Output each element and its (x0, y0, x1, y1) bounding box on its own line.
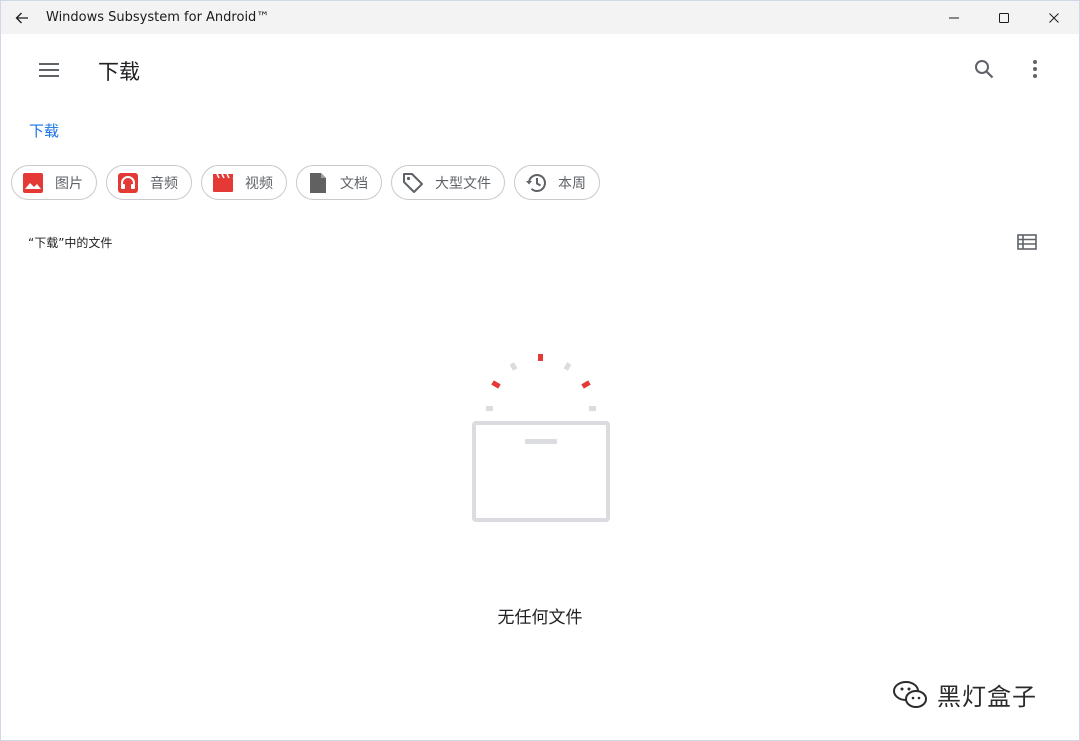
ray (563, 362, 572, 371)
movie-icon (211, 171, 235, 195)
more-vert-icon (1033, 60, 1037, 78)
chip-label: 图片 (55, 175, 83, 192)
title-bar: Windows Subsystem for Android™ (1, 1, 1079, 34)
app-bar: 下载 (1, 34, 1079, 106)
chip-images[interactable]: 图片 (11, 165, 97, 200)
maximize-icon (999, 12, 1009, 23)
window-title: Windows Subsystem for Android™ (46, 10, 270, 25)
menu-button[interactable] (25, 54, 73, 86)
close-icon (1049, 12, 1059, 23)
breadcrumb-current[interactable]: 下载 (29, 122, 59, 140)
ray (491, 380, 501, 389)
empty-box (472, 421, 610, 522)
empty-illustration (465, 347, 617, 527)
window-controls (929, 1, 1079, 34)
view-toggle-button[interactable] (1013, 229, 1041, 255)
headphones-icon (116, 171, 140, 195)
empty-message: 无任何文件 (497, 608, 583, 628)
page-title: 下载 (98, 60, 140, 84)
arrow-back-icon (15, 12, 28, 23)
breadcrumb[interactable]: 下载 (29, 120, 59, 141)
chip-label: 文档 (340, 175, 368, 192)
chip-this-week[interactable]: 本周 (514, 165, 600, 200)
ray (589, 406, 596, 411)
chip-video[interactable]: 视频 (201, 165, 287, 200)
chip-label: 本周 (558, 175, 586, 192)
close-button[interactable] (1029, 1, 1079, 34)
app-window: Windows Subsystem for Android™ 下载 下载 图片 … (0, 0, 1080, 741)
chip-label: 音频 (150, 175, 178, 192)
chip-audio[interactable]: 音频 (106, 165, 192, 200)
list-view-icon (1017, 234, 1037, 250)
maximize-button[interactable] (979, 1, 1029, 34)
ray (509, 362, 518, 371)
chip-label: 大型文件 (435, 175, 491, 192)
chip-large-files[interactable]: 大型文件 (391, 165, 505, 200)
minimize-icon (949, 17, 959, 18)
tag-icon (401, 171, 425, 195)
menu-icon (39, 63, 59, 77)
minimize-button[interactable] (929, 1, 979, 34)
chip-documents[interactable]: 文档 (296, 165, 382, 200)
back-button[interactable] (1, 1, 43, 34)
ray (486, 406, 493, 411)
section-label: “下载”中的文件 (28, 236, 113, 250)
document-icon (306, 171, 330, 195)
image-icon (21, 171, 45, 195)
box-slot (525, 439, 557, 444)
ray (581, 380, 591, 389)
ray (538, 354, 543, 361)
history-icon (524, 171, 548, 195)
search-button[interactable] (967, 54, 1001, 84)
wechat-icon (893, 680, 927, 708)
filter-chips: 图片 音频 视频 文档 大型文件 本周 (11, 165, 609, 200)
watermark-text: 黑灯盒子 (937, 683, 1037, 711)
search-icon (975, 60, 994, 79)
chip-label: 视频 (245, 175, 273, 192)
more-options-button[interactable] (1019, 54, 1051, 84)
watermark: 黑灯盒子 (891, 677, 1037, 712)
